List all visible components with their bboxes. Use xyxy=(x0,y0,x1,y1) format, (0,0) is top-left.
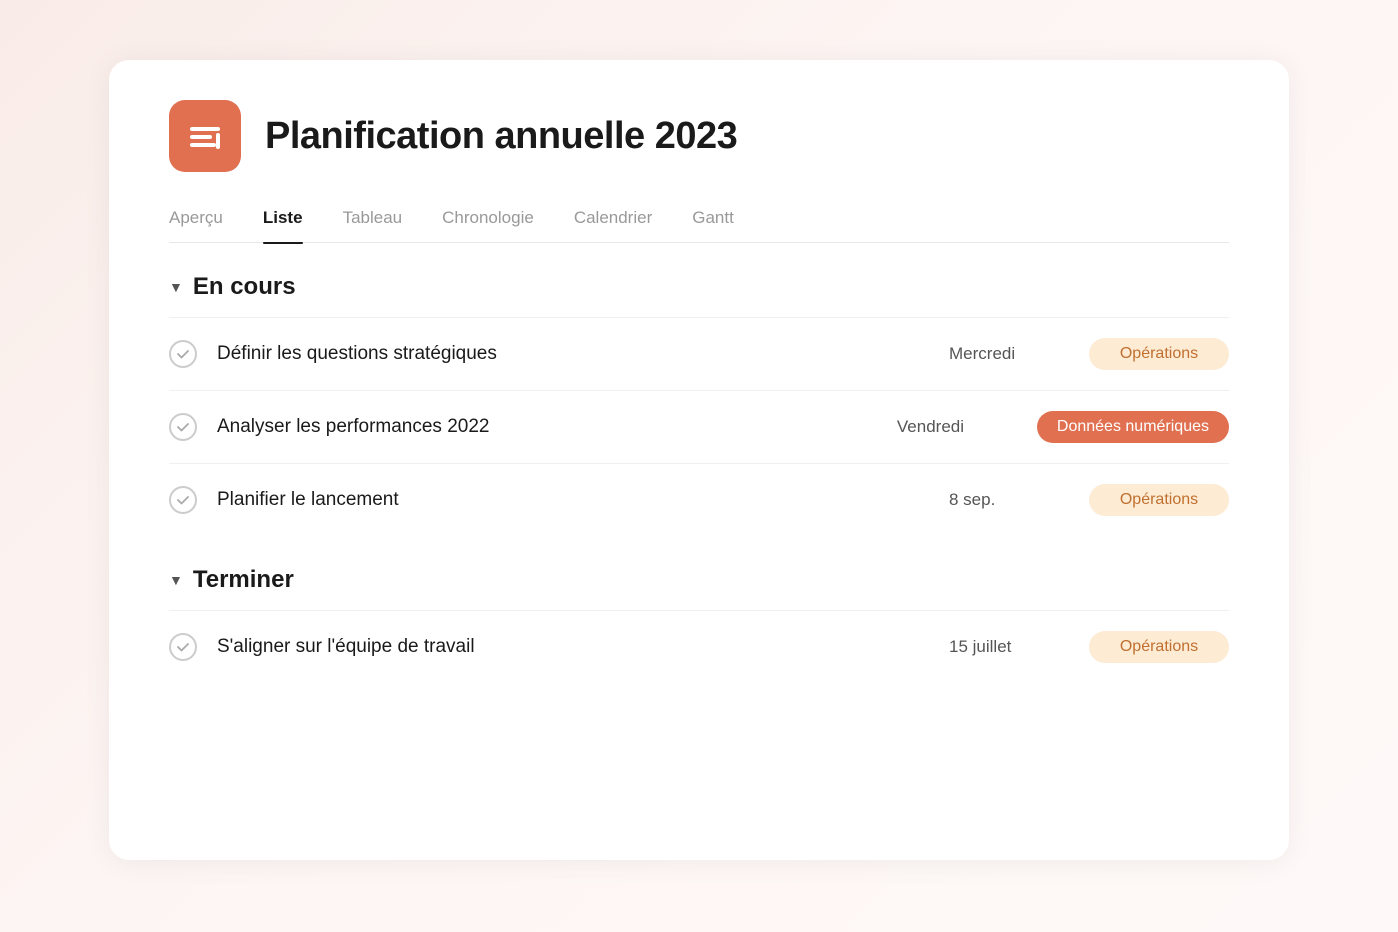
task-name-1: Définir les questions stratégiques xyxy=(217,343,929,365)
table-row: Planifier le lancement 8 sep. Opérations xyxy=(169,463,1229,536)
task-tag-1[interactable]: Opérations xyxy=(1089,338,1229,370)
section-terminer-title: Terminer xyxy=(193,566,294,594)
tab-calendrier[interactable]: Calendrier xyxy=(574,208,652,242)
task-date-4: 15 juillet xyxy=(949,637,1069,657)
task-date-3: 8 sep. xyxy=(949,490,1069,510)
section-en-cours-header: ▼ En cours xyxy=(169,243,1229,317)
section-terminer-header: ▼ Terminer xyxy=(169,536,1229,610)
task-check-2[interactable] xyxy=(169,413,197,441)
tab-apercu[interactable]: Aperçu xyxy=(169,208,223,242)
table-row: Définir les questions stratégiques Mercr… xyxy=(169,317,1229,390)
check-icon xyxy=(176,420,190,434)
task-date-1: Mercredi xyxy=(949,344,1069,364)
tab-chronologie[interactable]: Chronologie xyxy=(442,208,534,242)
task-check-4[interactable] xyxy=(169,633,197,661)
task-tag-4[interactable]: Opérations xyxy=(1089,631,1229,663)
task-name-2: Analyser les performances 2022 xyxy=(217,416,877,438)
table-row: S'aligner sur l'équipe de travail 15 jui… xyxy=(169,610,1229,683)
task-tag-3[interactable]: Opérations xyxy=(1089,484,1229,516)
task-date-2: Vendredi xyxy=(897,417,1017,437)
page-title: Planification annuelle 2023 xyxy=(265,115,737,158)
table-row: Analyser les performances 2022 Vendredi … xyxy=(169,390,1229,463)
task-name-3: Planifier le lancement xyxy=(217,489,929,511)
check-icon xyxy=(176,640,190,654)
section-en-cours-title: En cours xyxy=(193,273,296,301)
tab-tableau[interactable]: Tableau xyxy=(343,208,403,242)
tab-gantt[interactable]: Gantt xyxy=(692,208,734,242)
task-tag-2[interactable]: Données numériques xyxy=(1037,411,1229,443)
page-header: Planification annuelle 2023 xyxy=(169,100,1229,172)
task-name-4: S'aligner sur l'équipe de travail xyxy=(217,636,929,658)
task-check-1[interactable] xyxy=(169,340,197,368)
check-icon xyxy=(176,493,190,507)
task-check-3[interactable] xyxy=(169,486,197,514)
check-icon xyxy=(176,347,190,361)
chevron-down-icon-2[interactable]: ▼ xyxy=(169,572,183,588)
chevron-down-icon[interactable]: ▼ xyxy=(169,279,183,295)
tab-liste[interactable]: Liste xyxy=(263,208,303,242)
tabs-bar: Aperçu Liste Tableau Chronologie Calendr… xyxy=(169,208,1229,243)
app-icon xyxy=(169,100,241,172)
app-icon-svg xyxy=(186,117,224,155)
main-card: Planification annuelle 2023 Aperçu Liste… xyxy=(109,60,1289,860)
